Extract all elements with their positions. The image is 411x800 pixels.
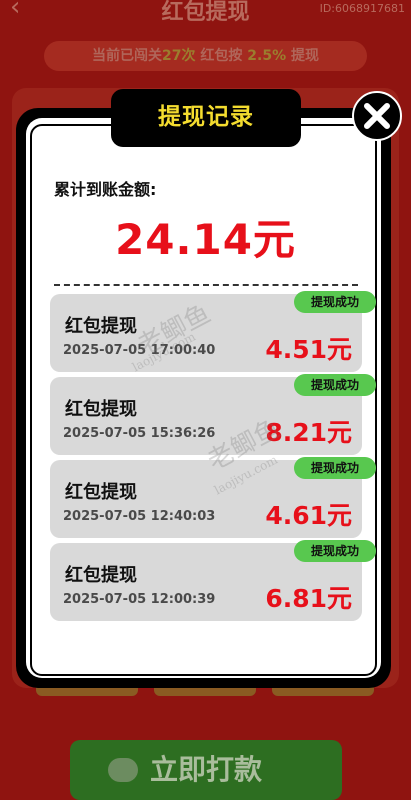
info-mid: 红包按: [195, 48, 248, 64]
info-suffix: 提现: [286, 48, 319, 64]
status-badge: 提现成功: [294, 291, 376, 313]
status-badge: 提现成功: [294, 374, 376, 396]
record-amount: 6.81元: [265, 584, 352, 613]
status-badge: 提现成功: [294, 540, 376, 562]
progress-info-bar: 当前已闯关27次 红包按 2.5% 提现: [44, 41, 367, 71]
info-count: 27次: [162, 48, 196, 64]
record-item: 红包提现 2025-07-05 12:40:03 4.61元 提现成功: [50, 457, 376, 538]
withdraw-now-label: 立即打款: [149, 753, 262, 786]
status-badge: 提现成功: [294, 457, 376, 479]
record-title: 红包提现: [65, 565, 137, 586]
user-id: ID:6068917681: [319, 2, 405, 15]
total-amount: 24.14元: [115, 215, 296, 264]
record-title: 红包提现: [65, 316, 137, 337]
withdraw-now-button[interactable]: 立即打款: [70, 740, 342, 800]
dialog-title: 提现记录: [111, 89, 301, 147]
record-title: 红包提现: [65, 482, 137, 503]
record-item: 红包提现 2025-07-05 12:00:39 6.81元 提现成功: [50, 540, 376, 621]
dashed-divider: [54, 284, 358, 286]
record-title: 红包提现: [65, 399, 137, 420]
record-item: 红包提现 2025-07-05 17:00:40 4.51元 提现成功: [50, 291, 376, 372]
record-time: 2025-07-05 12:40:03: [63, 509, 216, 524]
total-label: 累计到账金额:: [54, 180, 157, 199]
close-icon: [364, 103, 390, 129]
wechat-icon: [108, 758, 138, 782]
info-prefix: 当前已闯关: [92, 48, 163, 64]
record-amount: 4.51元: [265, 335, 352, 364]
close-button[interactable]: [352, 91, 402, 141]
page-header: ‹ 红包提现 ID:6068917681: [0, 0, 411, 34]
record-amount: 4.61元: [265, 501, 352, 530]
record-time: 2025-07-05 15:36:26: [63, 426, 216, 441]
info-rate: 2.5%: [247, 48, 287, 64]
record-time: 2025-07-05 12:00:39: [63, 592, 216, 607]
